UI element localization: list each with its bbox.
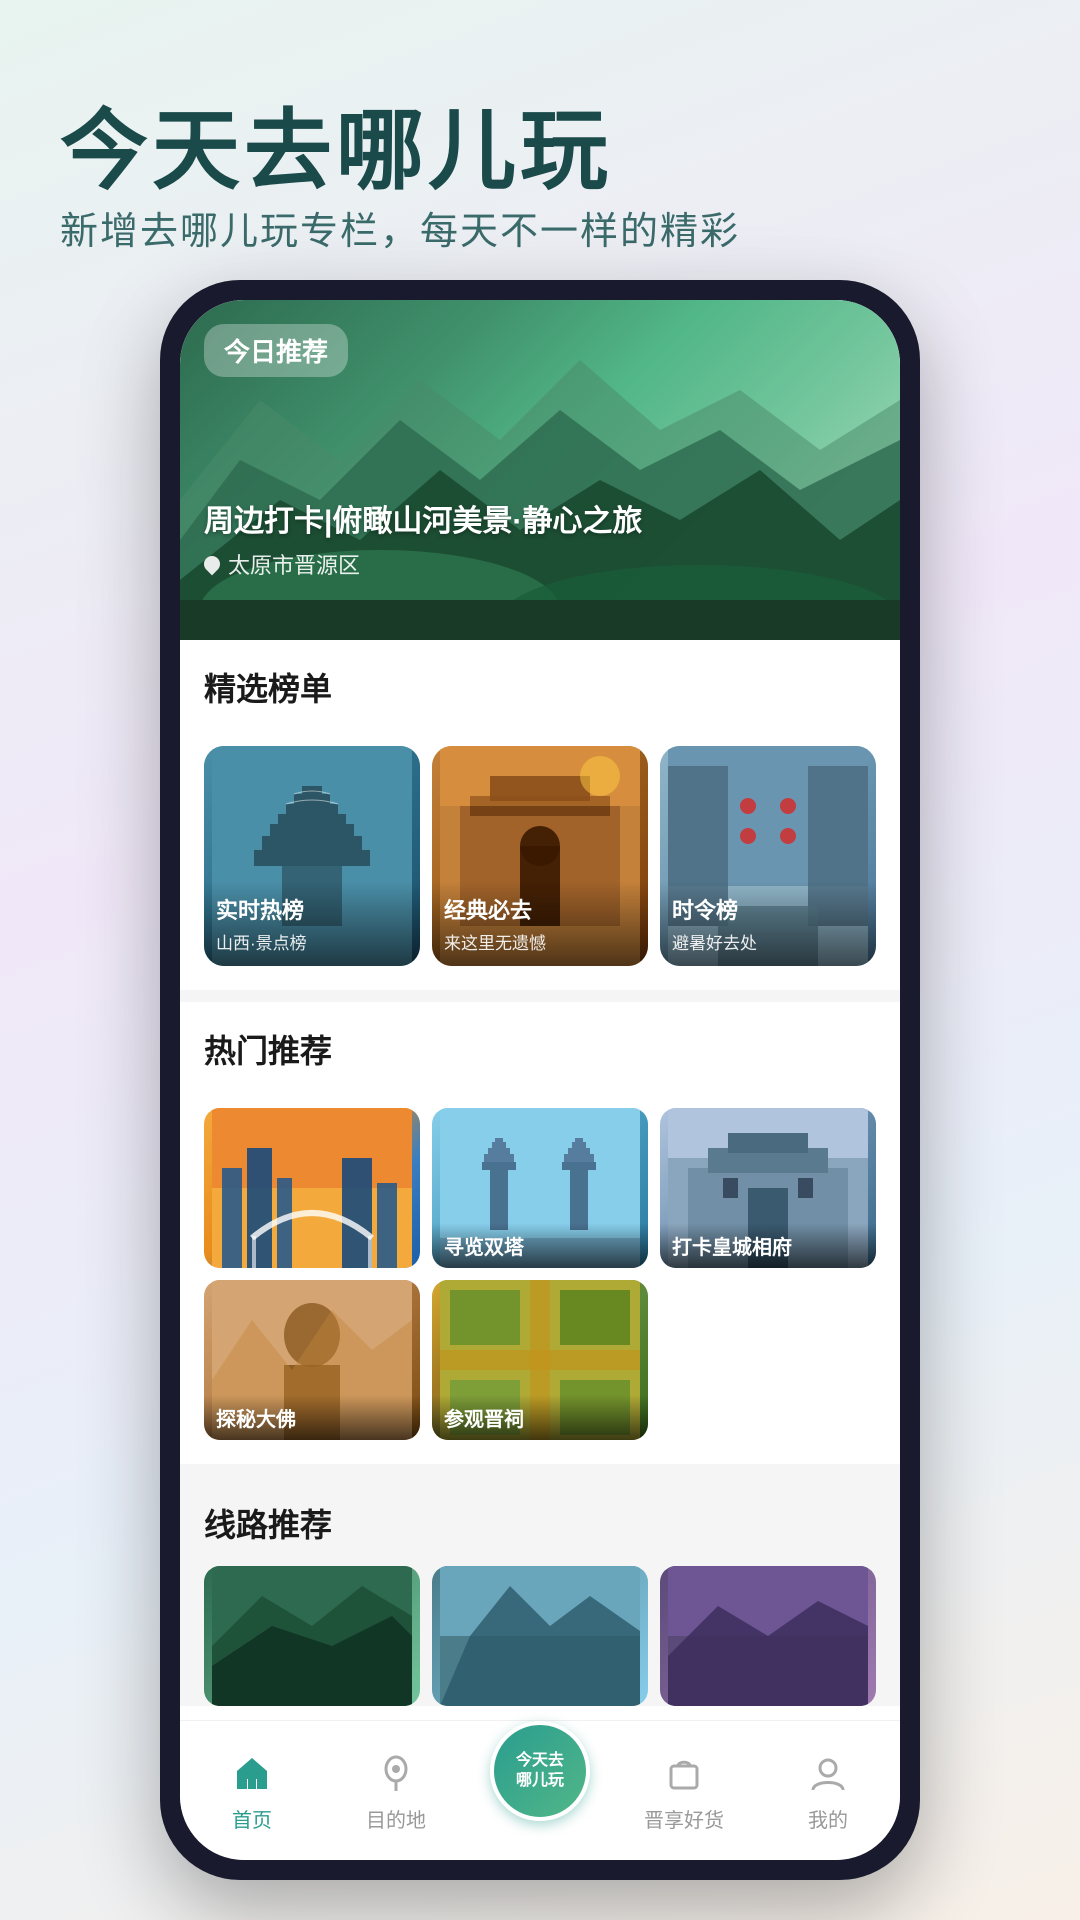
hero-location: 太原市晋源区 — [204, 548, 642, 580]
featured-title: 精选榜单 — [204, 664, 876, 710]
page-title: 今天去哪儿玩 — [60, 80, 612, 207]
hot-title: 热门推荐 — [204, 1026, 876, 1072]
nav-label-profile: 我的 — [808, 1804, 848, 1833]
hot-grid: 寻览双塔 — [180, 1108, 900, 1464]
hot-card-label-mansion: 打卡皇城相府 — [660, 1223, 876, 1268]
featured-card-2[interactable]: 时令榜 避暑好去处 — [660, 746, 876, 966]
featured-card-subtitle-2: 避暑好去处 — [672, 929, 864, 954]
featured-card-title-2: 时令榜 — [672, 893, 864, 925]
nav-item-play[interactable]: 今天去哪儿玩 — [468, 1741, 612, 1841]
divider-2 — [180, 1464, 900, 1476]
hero-text: 周边打卡|俯瞰山河美景·静心之旅 太原市晋源区 — [204, 496, 642, 580]
phone-screen: 今日推荐 周边打卡|俯瞰山河美景·静心之旅 太原市晋源区 精选榜单 — [180, 300, 900, 1860]
hot-card-label-pagoda: 寻览双塔 — [432, 1223, 648, 1268]
route-grid — [204, 1566, 876, 1706]
destination-icon — [371, 1748, 421, 1798]
featured-grid: 实时热榜 山西·景点榜 — [180, 746, 900, 990]
hot-card-label-buddha: 探秘大佛 — [204, 1395, 420, 1440]
route-title: 线路推荐 — [204, 1500, 876, 1546]
hero-title: 周边打卡|俯瞰山河美景·静心之旅 — [204, 496, 642, 540]
featured-card-subtitle-1: 来这里无遗憾 — [444, 929, 636, 954]
profile-icon — [803, 1748, 853, 1798]
route-card-2[interactable] — [660, 1566, 876, 1706]
divider-1 — [180, 990, 900, 1002]
hot-card-buddha[interactable]: 探秘大佛 — [204, 1280, 420, 1440]
route-card-0[interactable] — [204, 1566, 420, 1706]
hot-section-header: 热门推荐 — [180, 1002, 900, 1108]
page-subtitle: 新增去哪儿玩专栏，每天不一样的精彩 — [60, 200, 740, 255]
featured-card-overlay-0: 实时热榜 山西·景点榜 — [204, 881, 420, 966]
featured-card-title-0: 实时热榜 — [216, 893, 408, 925]
featured-card-overlay-2: 时令榜 避暑好去处 — [660, 881, 876, 966]
featured-card-title-1: 经典必去 — [444, 893, 636, 925]
phone-mockup: 今日推荐 周边打卡|俯瞰山河美景·静心之旅 太原市晋源区 精选榜单 — [160, 280, 920, 1880]
nav-item-profile[interactable]: 我的 — [756, 1748, 900, 1833]
route-section: 线路推荐 — [180, 1476, 900, 1706]
featured-card-subtitle-0: 山西·景点榜 — [216, 929, 408, 954]
screen-content: 今日推荐 周边打卡|俯瞰山河美景·静心之旅 太原市晋源区 精选榜单 — [180, 300, 900, 1720]
hot-card-mansion[interactable]: 打卡皇城相府 — [660, 1108, 876, 1268]
bottom-nav: 首页 目的地 今天去哪儿玩 — [180, 1720, 900, 1860]
shop-icon — [659, 1748, 709, 1798]
phone-frame: 今日推荐 周边打卡|俯瞰山河美景·静心之旅 太原市晋源区 精选榜单 — [160, 280, 920, 1880]
home-icon — [227, 1748, 277, 1798]
hot-card-label-temple: 参观晋祠 — [432, 1395, 648, 1440]
nav-label-shop: 晋享好货 — [644, 1804, 724, 1833]
location-icon — [201, 553, 224, 576]
nav-label-home: 首页 — [232, 1804, 272, 1833]
featured-card-0[interactable]: 实时热榜 山西·景点榜 — [204, 746, 420, 966]
hot-card-skyline[interactable] — [204, 1108, 420, 1268]
nav-item-shop[interactable]: 晋享好货 — [612, 1748, 756, 1833]
route-card-1[interactable] — [432, 1566, 648, 1706]
nav-label-destination: 目的地 — [366, 1804, 426, 1833]
nav-item-destination[interactable]: 目的地 — [324, 1748, 468, 1833]
hot-card-temple[interactable]: 参观晋祠 — [432, 1280, 648, 1440]
featured-section-header: 精选榜单 — [180, 640, 900, 746]
hot-card-pagoda[interactable]: 寻览双塔 — [432, 1108, 648, 1268]
nav-item-home[interactable]: 首页 — [180, 1748, 324, 1833]
nav-center-button[interactable]: 今天去哪儿玩 — [490, 1721, 590, 1821]
hero-banner[interactable]: 今日推荐 周边打卡|俯瞰山河美景·静心之旅 太原市晋源区 — [180, 300, 900, 640]
nav-center-text: 今天去哪儿玩 — [516, 1751, 564, 1789]
featured-card-1[interactable]: 经典必去 来这里无遗憾 — [432, 746, 648, 966]
hero-label: 今日推荐 — [204, 324, 348, 377]
featured-card-overlay-1: 经典必去 来这里无遗憾 — [432, 881, 648, 966]
